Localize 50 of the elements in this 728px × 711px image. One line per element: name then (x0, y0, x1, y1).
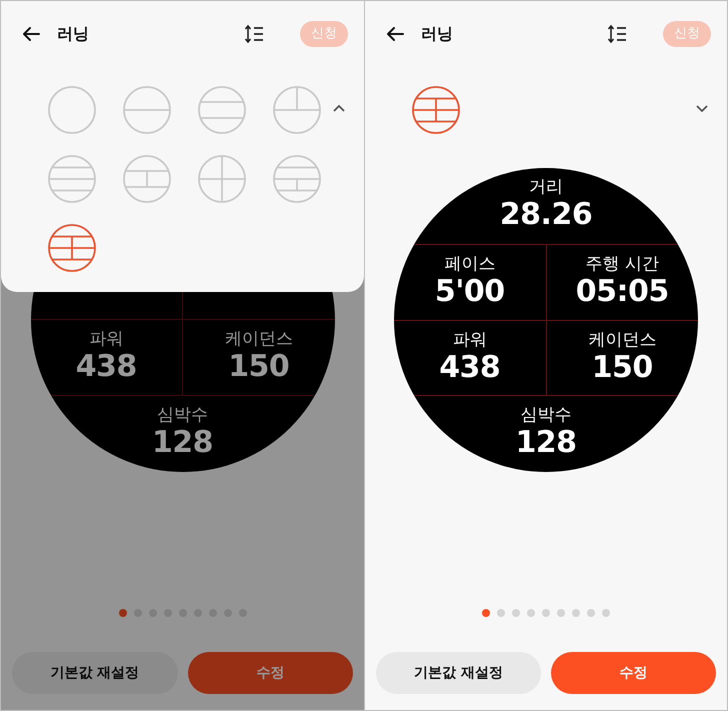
field-label: 주행 시간 (586, 252, 659, 275)
back-icon[interactable] (21, 25, 41, 43)
field-value: 05:05 (576, 274, 669, 309)
field-value: 28.26 (500, 198, 592, 232)
layout-option[interactable] (197, 85, 247, 135)
layout-option[interactable] (122, 154, 172, 204)
field-value: 5'00 (434, 274, 505, 309)
field-label: 거리 (529, 176, 563, 198)
edit-button[interactable]: 수정 (551, 652, 716, 694)
page-dot[interactable] (587, 609, 595, 617)
field-label: 심박수 (520, 404, 572, 426)
page-dot[interactable] (497, 609, 505, 617)
field-label: 페이스 (444, 252, 496, 275)
screen-title: 러닝 (421, 23, 453, 45)
field-label: 파워 (89, 328, 124, 350)
sort-icon[interactable] (607, 24, 627, 44)
page-dot[interactable] (512, 609, 520, 617)
layout-option[interactable] (47, 85, 97, 135)
edit-button[interactable]: 수정 (188, 652, 353, 694)
field-value: 128 (152, 426, 214, 460)
field-label: 파워 (452, 328, 487, 350)
page-dot[interactable] (527, 609, 535, 617)
page-dot[interactable] (542, 609, 550, 617)
field-value: 128 (515, 426, 577, 460)
reset-button[interactable]: 기본값 재설정 (12, 652, 178, 694)
chevron-up-icon[interactable] (332, 103, 346, 114)
screen-title: 러닝 (57, 23, 89, 45)
field-label: 케이던스 (588, 328, 656, 350)
layout-option[interactable] (122, 85, 172, 135)
field-value: 438 (439, 350, 500, 384)
layout-option[interactable] (272, 85, 322, 135)
page-dot[interactable] (482, 609, 490, 617)
field-value: 150 (228, 350, 290, 384)
chevron-down-icon[interactable] (695, 103, 709, 114)
layout-option[interactable] (47, 223, 97, 273)
reset-button[interactable]: 기본값 재설정 (376, 652, 541, 694)
sort-icon[interactable] (244, 24, 264, 44)
layout-option[interactable] (272, 154, 322, 204)
page-dot[interactable] (602, 609, 610, 617)
page-dot[interactable] (118, 609, 126, 617)
back-icon[interactable] (385, 25, 405, 43)
layout-option[interactable] (47, 154, 97, 204)
field-label: 심박수 (157, 404, 208, 426)
layout-option[interactable] (197, 154, 247, 204)
layout-option[interactable] (411, 85, 461, 135)
page-dot[interactable] (557, 609, 565, 617)
field-value: 438 (76, 350, 137, 384)
page-dot[interactable] (572, 609, 580, 617)
field-value: 150 (592, 350, 653, 384)
field-label: 케이던스 (224, 328, 293, 350)
